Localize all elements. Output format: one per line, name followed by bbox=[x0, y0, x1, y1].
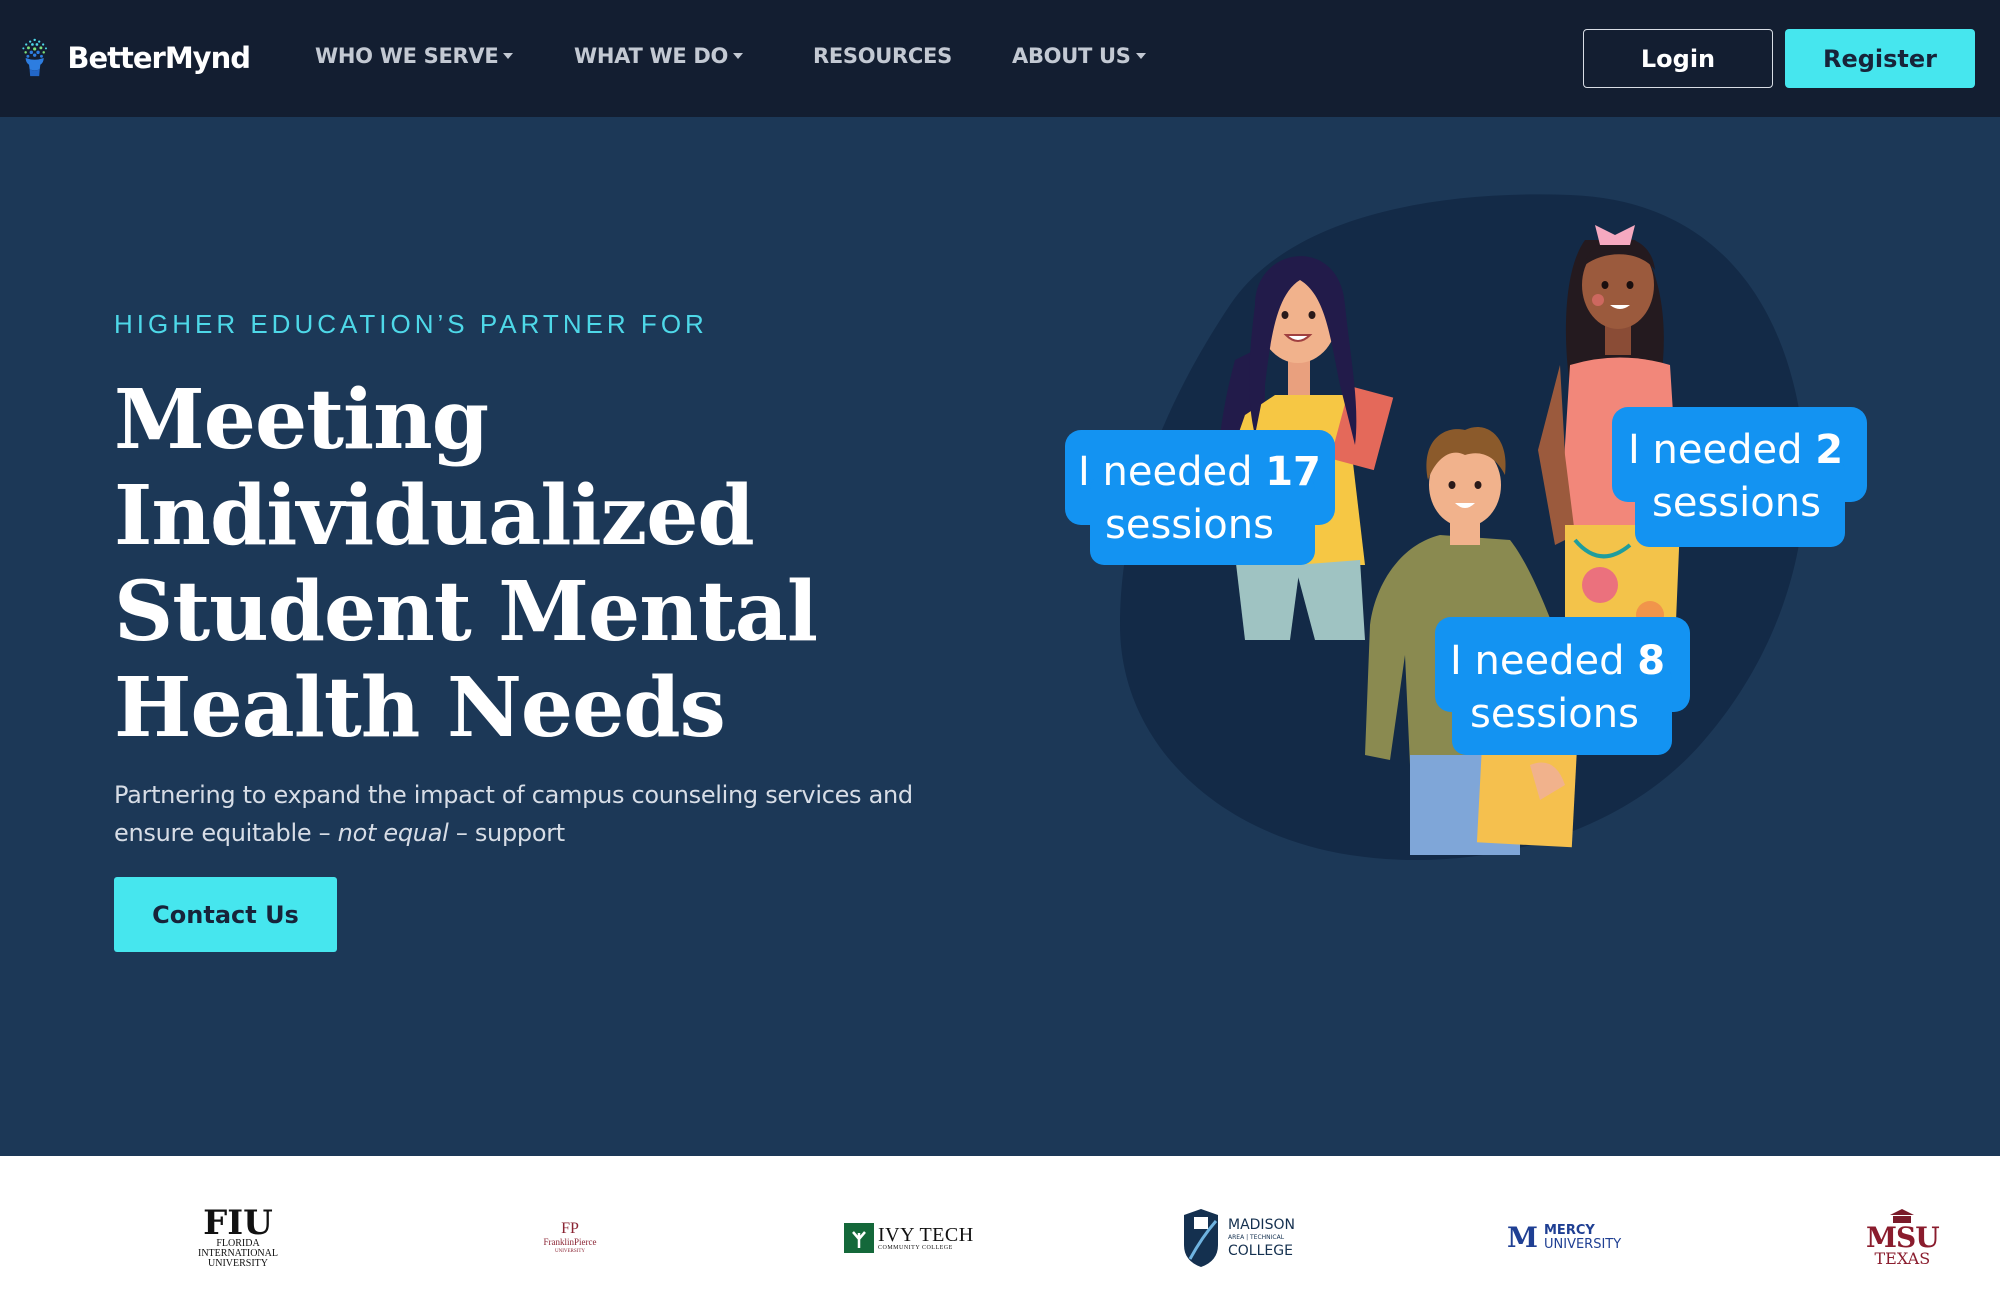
bubble-2-sessions: I needed 2 sessions bbox=[1612, 407, 1867, 547]
bubble-8-sessions: I needed 8 sessions bbox=[1435, 617, 1690, 755]
nav-label: ABOUT US bbox=[1012, 44, 1131, 68]
mercy-m-icon: M bbox=[1507, 1221, 1538, 1254]
madison-crest-icon bbox=[1184, 1208, 1218, 1267]
madison-sub: AREA | TECHNICAL bbox=[1228, 1233, 1285, 1241]
login-button[interactable]: Login bbox=[1583, 29, 1773, 88]
brand-name: BetterMynd bbox=[67, 41, 251, 75]
partner-logo-madison[interactable]: MADISON AREA | TECHNICAL COLLEGE bbox=[1180, 1200, 1295, 1275]
nav-resources[interactable]: RESOURCES bbox=[813, 44, 952, 68]
madison-text: MADISON AREA | TECHNICAL COLLEGE bbox=[1228, 1217, 1295, 1259]
nav-who-we-serve[interactable]: WHO WE SERVE bbox=[315, 44, 514, 68]
nav-about-us[interactable]: ABOUT US bbox=[1012, 44, 1146, 68]
fiu-name-line: UNIVERSITY bbox=[208, 1257, 268, 1269]
ivy-tech-abbr: IVY TECH bbox=[878, 1223, 974, 1246]
partner-logo-fiu[interactable]: FIU FLORIDA INTERNATIONAL UNIVERSITY bbox=[193, 1200, 283, 1275]
fiu-name-line: INTERNATIONAL bbox=[198, 1247, 278, 1259]
nav-label: WHAT WE DO bbox=[574, 44, 729, 68]
bubble-line: I needed 8 bbox=[1450, 638, 1665, 684]
mercy-sub: UNIVERSITY bbox=[1544, 1236, 1622, 1252]
nav-label: RESOURCES bbox=[813, 44, 952, 68]
partner-logo-msu-texas[interactable]: MSU TEXAS bbox=[1866, 1200, 1940, 1275]
subtitle-end: – support bbox=[448, 819, 565, 847]
brand-logo[interactable]: BetterMynd bbox=[20, 22, 251, 94]
fp-name-line: UNIVERSITY bbox=[555, 1248, 585, 1254]
subtitle-emphasis: not equal bbox=[337, 819, 449, 847]
top-nav: BetterMynd WHO WE SERVE WHAT WE DO RESOU… bbox=[0, 0, 2000, 117]
partner-logo-strip bbox=[0, 1156, 2000, 1300]
register-button[interactable]: Register bbox=[1785, 29, 1975, 88]
headline-line: Health Needs bbox=[114, 660, 726, 756]
headline-line: Individualized bbox=[114, 468, 755, 564]
fp-monogram: FP bbox=[561, 1219, 579, 1237]
ivy-leaf-icon bbox=[844, 1222, 874, 1253]
hero-subtitle: Partnering to expand the impact of campu… bbox=[114, 776, 974, 852]
bubble-17-sessions: I needed 17 sessions bbox=[1065, 430, 1335, 565]
ivy-tech-text: IVY TECH COMMUNITY COLLEGE bbox=[878, 1225, 974, 1251]
headline-line: Meeting bbox=[114, 372, 489, 468]
fiu-name-line: FLORIDA bbox=[216, 1237, 260, 1249]
madison-abbr: MADISON bbox=[1228, 1216, 1295, 1233]
bubble-line: sessions bbox=[1652, 480, 1821, 526]
ivy-tech-sub: COMMUNITY COLLEGE bbox=[878, 1244, 953, 1251]
mercy-abbr: MERCY bbox=[1544, 1222, 1595, 1238]
bubble-line: sessions bbox=[1470, 691, 1639, 737]
hero-headline: Meeting Individualized Student Mental He… bbox=[114, 372, 914, 756]
students-illustration: I needed 17 sessions I needed 2 sessions… bbox=[1065, 194, 1867, 861]
bubble-line: sessions bbox=[1105, 502, 1274, 548]
nav-what-we-do[interactable]: WHAT WE DO bbox=[574, 44, 744, 68]
bubble-line: I needed 2 bbox=[1628, 427, 1843, 473]
caret-down-icon bbox=[1135, 53, 1146, 59]
headline-line: Student Mental bbox=[114, 564, 818, 660]
caret-down-icon bbox=[503, 53, 514, 59]
mercy-text: MERCY UNIVERSITY bbox=[1544, 1222, 1622, 1252]
msu-texas: TEXAS bbox=[1874, 1248, 1931, 1268]
madison-college: COLLEGE bbox=[1228, 1242, 1293, 1259]
partner-logo-ivy-tech[interactable]: IVY TECH COMMUNITY COLLEGE bbox=[844, 1200, 974, 1275]
fp-name: FranklinPierce UNIVERSITY bbox=[538, 1236, 602, 1256]
partner-logo-franklin-pierce[interactable]: FP FranklinPierce UNIVERSITY bbox=[538, 1200, 602, 1275]
bubble-line: I needed 17 bbox=[1078, 449, 1321, 495]
contact-us-button[interactable]: Contact Us bbox=[114, 877, 337, 952]
nav-label: WHO WE SERVE bbox=[315, 44, 499, 68]
fp-name-line: FranklinPierce bbox=[543, 1236, 597, 1247]
fiu-abbr: FIU bbox=[203, 1202, 273, 1243]
fiu-name: FLORIDA INTERNATIONAL UNIVERSITY bbox=[193, 1237, 283, 1269]
partner-logo-mercy[interactable]: M MERCY UNIVERSITY bbox=[1507, 1200, 1621, 1275]
hero-eyebrow: HIGHER EDUCATION’S PARTNER FOR bbox=[114, 309, 708, 339]
caret-down-icon bbox=[733, 53, 744, 59]
brand-head-icon bbox=[22, 38, 47, 77]
msu-abbr: MSU bbox=[1866, 1220, 1940, 1254]
